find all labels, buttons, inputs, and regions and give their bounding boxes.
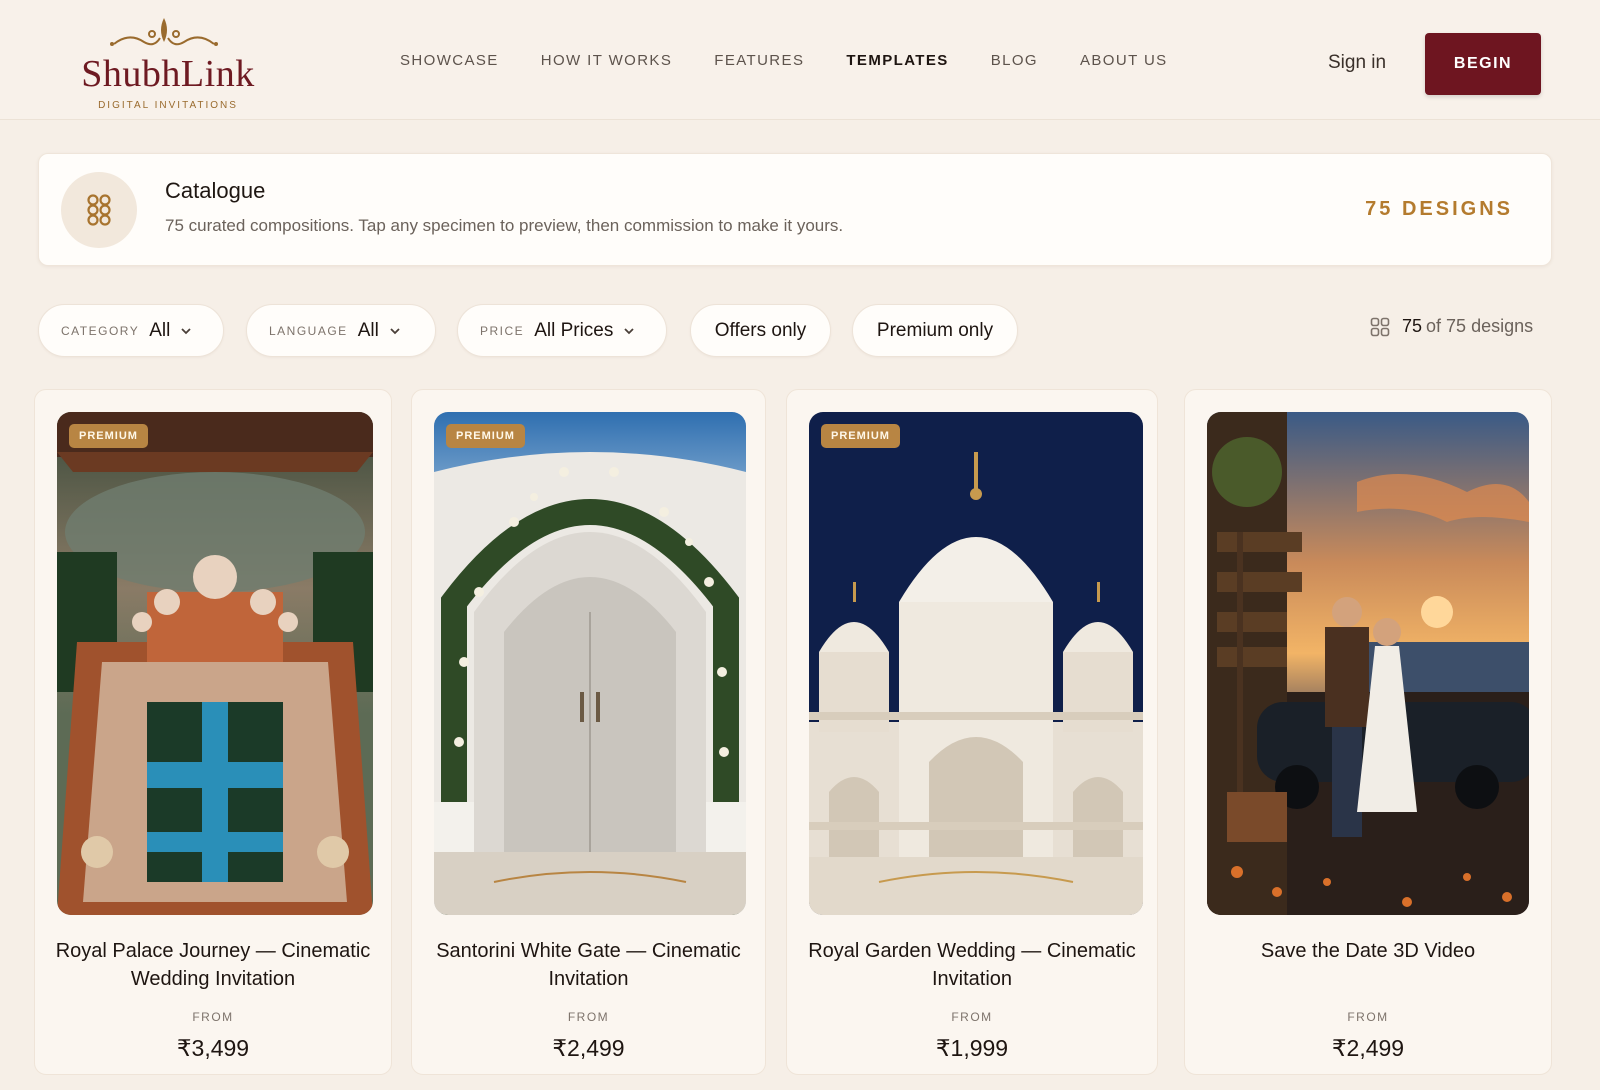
main-nav: SHOWCASE HOW IT WORKS FEATURES TEMPLATES… (400, 52, 1210, 76)
language-filter-label: LANGUAGE (269, 323, 348, 338)
template-title: Save the Date 3D Video (1260, 940, 1476, 962)
nav-features[interactable]: FEATURES (714, 52, 804, 76)
nav-blog[interactable]: BLOG (991, 52, 1038, 76)
price-from-label: FROM (1347, 1010, 1389, 1024)
price-filter[interactable]: PRICE All Prices (457, 304, 667, 357)
template-preview-image[interactable]: PREMIUM (809, 412, 1143, 915)
template-card[interactable]: PREMIUM Santorini White Gate — Cinematic… (411, 389, 766, 1075)
nav-showcase[interactable]: SHOWCASE (400, 52, 499, 76)
template-title: Royal Garden Wedding — Cinematic Invitat… (808, 940, 1136, 990)
category-filter[interactable]: CATEGORY All (38, 304, 224, 357)
catalogue-description: 75 curated compositions. Tap any specime… (165, 216, 844, 235)
brand-name: ShubhLink (81, 53, 255, 95)
nav-templates[interactable]: TEMPLATES (846, 52, 948, 76)
template-price: ₹1,999 (935, 1035, 1009, 1061)
category-filter-value: All (149, 319, 171, 341)
template-card[interactable]: PREMIUM Royal Palace Journey — Cinematic… (34, 389, 392, 1075)
grid-icon (87, 194, 111, 226)
template-price: ₹3,499 (176, 1035, 250, 1061)
template-card[interactable]: Save the Date 3D Video FROM ₹2,499 (1184, 389, 1552, 1075)
price-from-label: FROM (192, 1010, 234, 1024)
chevron-down-icon (181, 327, 191, 334)
chevron-down-icon (390, 327, 400, 334)
chevron-down-icon (624, 327, 635, 334)
catalogue-banner: Catalogue 75 curated compositions. Tap a… (38, 153, 1552, 266)
brand-tagline: DIGITAL INVITATIONS (98, 100, 238, 111)
category-filter-label: CATEGORY (61, 323, 140, 338)
template-title: Royal Palace Journey — Cinematic Wedding… (55, 940, 371, 990)
nav-how-it-works[interactable]: HOW IT WORKS (541, 52, 673, 76)
language-filter-value: All (357, 319, 379, 341)
signin-link[interactable]: Sign in (1328, 52, 1386, 74)
offers-only-toggle[interactable]: Offers only (690, 304, 831, 357)
template-preview-image[interactable]: PREMIUM (57, 412, 373, 915)
results-count: 75 of 75 designs (1370, 316, 1533, 337)
template-title: Santorini White Gate — Cinematic Invitat… (436, 940, 741, 990)
template-preview-image[interactable]: PREMIUM (434, 412, 746, 915)
premium-badge: PREMIUM (446, 424, 525, 448)
logo[interactable]: ShubhLink DIGITAL INVITATIONS (78, 14, 258, 114)
begin-button[interactable]: BEGIN (1425, 33, 1541, 95)
logo-ornament-icon (110, 18, 218, 46)
price-from-label: FROM (951, 1010, 993, 1024)
premium-only-toggle[interactable]: Premium only (852, 304, 1018, 357)
premium-badge: PREMIUM (821, 424, 900, 448)
results-shown: 75 (1402, 316, 1423, 336)
template-price: ₹2,499 (552, 1035, 625, 1061)
template-preview-image[interactable] (1207, 412, 1529, 915)
template-card[interactable]: PREMIUM Royal Garden Wedding — Cinematic… (786, 389, 1158, 1075)
premium-badge: PREMIUM (69, 424, 148, 448)
site-header: ShubhLink DIGITAL INVITATIONS SHOWCASE H… (0, 0, 1600, 120)
designs-count: 75 DESIGNS (1365, 198, 1513, 220)
results-suffix: of 75 designs (1426, 316, 1534, 336)
template-price: ₹2,499 (1331, 1035, 1405, 1061)
price-filter-label: PRICE (480, 323, 525, 338)
catalogue-title: Catalogue (165, 178, 266, 203)
price-from-label: FROM (567, 1010, 610, 1024)
nav-about-us[interactable]: ABOUT US (1080, 52, 1168, 76)
catalogue-icon-badge (61, 172, 137, 248)
price-filter-value: All Prices (534, 319, 614, 341)
grid-icon (1370, 317, 1390, 336)
language-filter[interactable]: LANGUAGE All (246, 304, 436, 357)
